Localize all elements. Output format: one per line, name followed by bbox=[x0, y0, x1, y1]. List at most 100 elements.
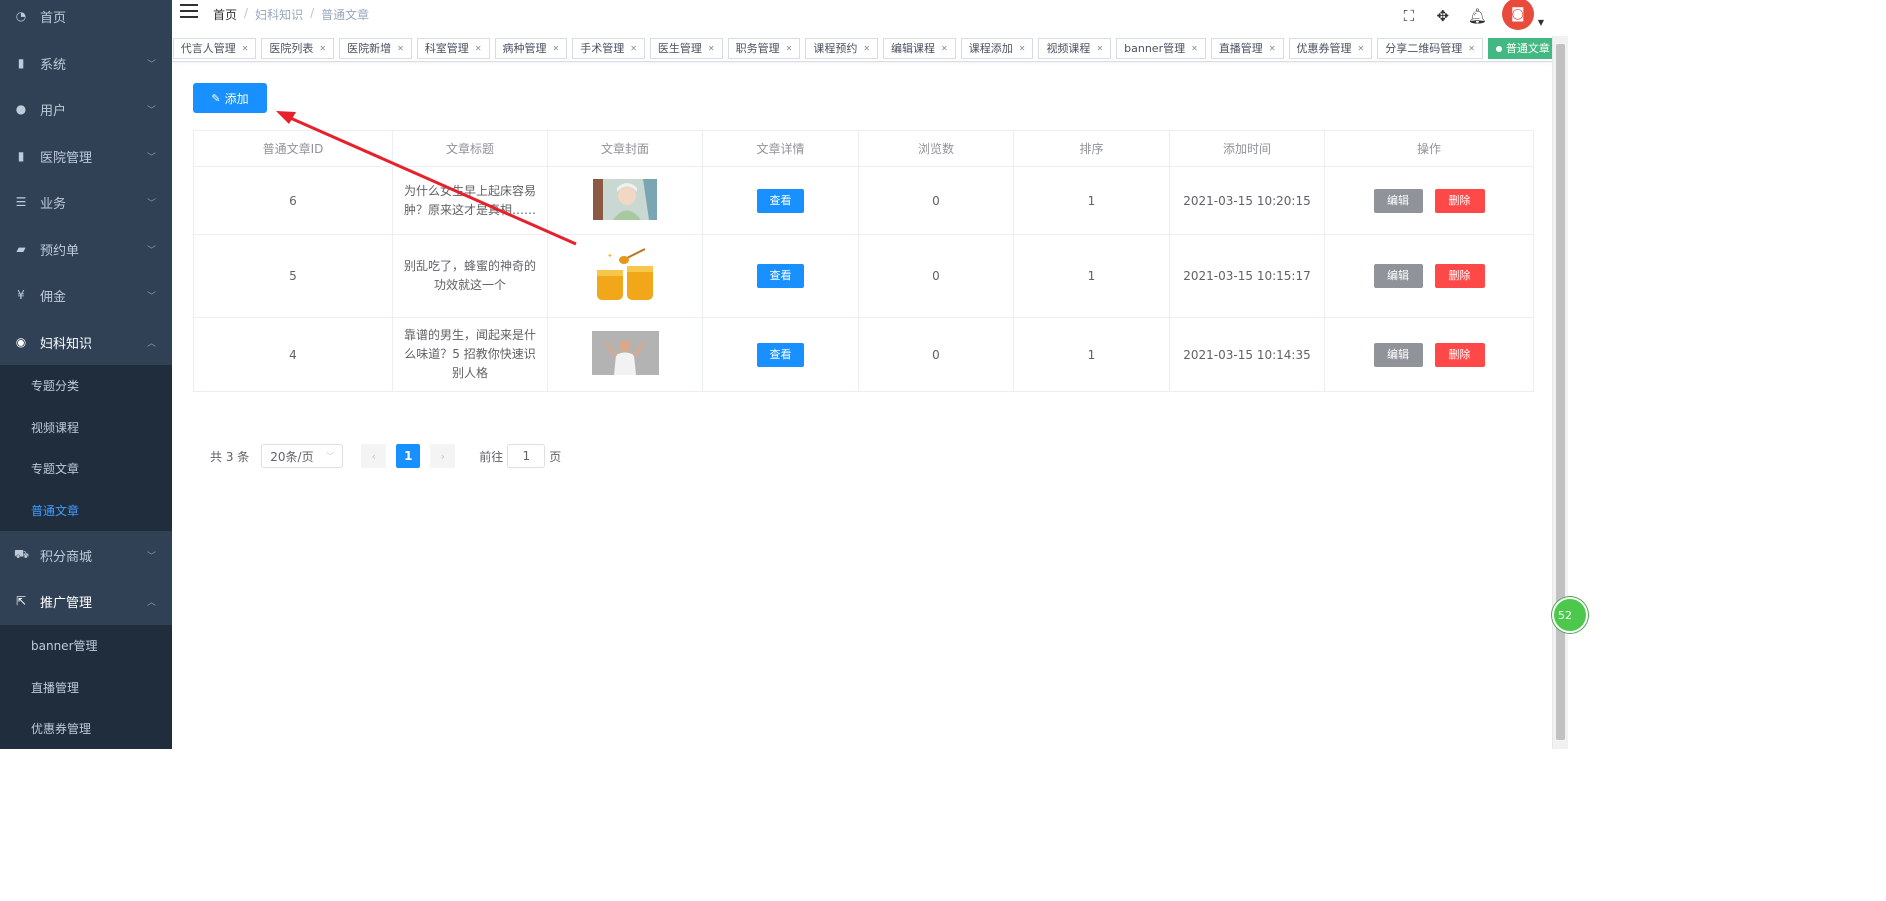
cover-image-man[interactable] bbox=[591, 331, 659, 375]
promotion-submenu: banner管理 直播管理 优惠券管理 bbox=[0, 625, 172, 749]
cover-image-woman[interactable] bbox=[593, 178, 657, 220]
pagination-total: 共 3 条 bbox=[210, 449, 250, 464]
add-button[interactable]: ✎ 添加 bbox=[193, 83, 267, 113]
sidebar-subitem-banner[interactable]: banner管理 bbox=[0, 625, 172, 667]
view-button[interactable]: 查看 bbox=[757, 264, 804, 288]
prev-page-button[interactable]: ‹ bbox=[361, 444, 387, 468]
tag-live[interactable]: 直播管理 ✕ bbox=[1210, 38, 1284, 59]
edit-pen-icon: ✎ bbox=[211, 91, 221, 105]
scrollbar-thumb[interactable] bbox=[1556, 44, 1565, 740]
tag-spokesperson[interactable]: 代言人管理 ✕ bbox=[172, 38, 257, 59]
table-row: 6 为什么女生早上起床容易肿？原来这才是真相…… 查看 0 1 2021-03-… bbox=[193, 166, 1534, 235]
sidebar-item-promotion[interactable]: ⇱ 推广管理 ︿ bbox=[0, 578, 172, 624]
close-icon[interactable]: ✕ bbox=[1468, 39, 1475, 58]
chevron-down-icon: ﹀ bbox=[326, 451, 335, 461]
sidebar-subitem-topic-category[interactable]: 专题分类 bbox=[0, 365, 172, 407]
sidebar-item-appointment[interactable]: ▰ 预约单 ﹀ bbox=[0, 226, 172, 272]
close-icon[interactable]: ✕ bbox=[242, 39, 249, 58]
bell-icon[interactable]: 🔔︎ bbox=[1468, 7, 1487, 25]
close-icon[interactable]: ✕ bbox=[1019, 39, 1026, 58]
tag-video-course[interactable]: 视频课程 ✕ bbox=[1038, 38, 1112, 59]
tag-hospital-add[interactable]: 医院新增 ✕ bbox=[339, 38, 412, 59]
tag-disease[interactable]: 病种管理 ✕ bbox=[494, 38, 568, 59]
edit-button[interactable]: 编辑 bbox=[1373, 188, 1423, 213]
tag-surgery[interactable]: 手术管理 ✕ bbox=[572, 38, 645, 59]
cart-icon: ⛟ bbox=[14, 547, 30, 561]
close-icon[interactable]: ✕ bbox=[475, 39, 482, 58]
sidebar-item-user[interactable]: ● 用户 ﹀ bbox=[0, 86, 172, 132]
close-icon[interactable]: ✕ bbox=[708, 39, 715, 58]
hamburger-icon[interactable] bbox=[180, 4, 198, 20]
edit-button[interactable]: 编辑 bbox=[1373, 342, 1423, 367]
move-icon[interactable]: ✥ bbox=[1434, 7, 1452, 25]
tag-position[interactable]: 职务管理 ✕ bbox=[727, 38, 801, 59]
sidebar-subitem-normal-article[interactable]: 普通文章 bbox=[0, 490, 172, 532]
breadcrumb-current: 普通文章 bbox=[321, 8, 370, 22]
view-button[interactable]: 查看 bbox=[757, 342, 804, 367]
caret-down-icon[interactable]: ▼ bbox=[1538, 18, 1544, 27]
tag-hospital-list[interactable]: 医院列表 ✕ bbox=[261, 38, 335, 59]
edit-button[interactable]: 编辑 bbox=[1373, 264, 1423, 288]
header-cover: 文章封面 bbox=[547, 130, 703, 167]
tag-course-booking[interactable]: 课程预约 ✕ bbox=[805, 38, 879, 59]
close-icon[interactable]: ✕ bbox=[1358, 39, 1365, 58]
sidebar-subitem-topic-article[interactable]: 专题文章 bbox=[0, 448, 172, 490]
sidebar-item-system[interactable]: ▮ 系统 ﹀ bbox=[0, 40, 172, 86]
goto-page-input[interactable]: 1 bbox=[507, 444, 546, 468]
sidebar-item-gynecology[interactable]: ◉ 妇科知识 ︿ bbox=[0, 319, 172, 365]
sidebar-item-business[interactable]: ☰ 业务 ﹀ bbox=[0, 179, 172, 225]
tag-coupon[interactable]: 优惠券管理 ✕ bbox=[1288, 38, 1373, 59]
chevron-left-icon: ‹ bbox=[371, 449, 376, 463]
sidebar-item-points-mall[interactable]: ⛟ 积分商城 ﹀ bbox=[0, 532, 172, 578]
svg-text:✦: ✦ bbox=[607, 252, 613, 260]
float-badge[interactable]: 52 bbox=[1552, 597, 1588, 633]
chevron-down-icon: ﹀ bbox=[146, 105, 156, 116]
close-icon[interactable]: ✕ bbox=[1269, 39, 1276, 58]
close-icon[interactable]: ✕ bbox=[863, 39, 870, 58]
scrollbar[interactable] bbox=[1552, 36, 1568, 749]
delete-button[interactable]: 删除 bbox=[1434, 264, 1485, 288]
close-icon[interactable]: ✕ bbox=[786, 39, 793, 58]
sidebar-subitem-coupon[interactable]: 优惠券管理 bbox=[0, 708, 172, 749]
view-button[interactable]: 查看 bbox=[757, 188, 804, 213]
table-row: 5 别乱吃了，蜂蜜的神奇的功效就这一个 ✦ 查看 0 1 2021-03-15 … bbox=[193, 234, 1534, 318]
tag-course-add[interactable]: 课程添加 ✕ bbox=[960, 38, 1034, 59]
close-icon[interactable]: ✕ bbox=[630, 39, 637, 58]
table-header: 普通文章ID 文章标题 文章封面 文章详情 浏览数 排序 添加时间 操作 bbox=[193, 130, 1534, 167]
cover-image-honey[interactable]: ✦ bbox=[593, 245, 657, 304]
header-views: 浏览数 bbox=[858, 130, 1014, 167]
navbar: 首页 / 妇科知识 / 普通文章 ⛶ ✥ 🔔︎ ◙ ▼ bbox=[172, 0, 1568, 32]
sidebar-item-commission[interactable]: ¥ 佣金 ﹀ bbox=[0, 272, 172, 318]
close-icon[interactable]: ✕ bbox=[553, 39, 560, 58]
tag-course-edit[interactable]: 编辑课程 ✕ bbox=[883, 38, 956, 59]
sidebar-item-hospital[interactable]: ▮ 医院管理 ﹀ bbox=[0, 133, 172, 179]
fullscreen-icon[interactable]: ⛶ bbox=[1400, 7, 1418, 25]
breadcrumb-home[interactable]: 首页 bbox=[213, 6, 237, 23]
tag-share-qrcode[interactable]: 分享二维码管理 ✕ bbox=[1377, 38, 1483, 59]
sidebar-subitem-video-course[interactable]: 视频课程 bbox=[0, 407, 172, 449]
chevron-up-icon: ︿ bbox=[146, 597, 156, 608]
page-number-current[interactable]: 1 bbox=[396, 444, 421, 468]
delete-button[interactable]: 删除 bbox=[1434, 188, 1485, 213]
sidebar-subitem-live[interactable]: 直播管理 bbox=[0, 667, 172, 709]
tag-department[interactable]: 科室管理 ✕ bbox=[416, 38, 490, 59]
tag-doctor[interactable]: 医生管理 ✕ bbox=[649, 38, 723, 59]
external-link-icon: ⇱ bbox=[15, 594, 27, 608]
camera-icon: ◙ bbox=[1511, 6, 1525, 22]
avatar[interactable]: ◙ bbox=[1501, 0, 1534, 30]
delete-button[interactable]: 删除 bbox=[1434, 342, 1485, 367]
close-icon[interactable]: ✕ bbox=[941, 39, 948, 58]
close-icon[interactable]: ✕ bbox=[1096, 39, 1103, 58]
chevron-right-icon: › bbox=[440, 449, 445, 463]
close-icon[interactable]: ✕ bbox=[319, 39, 326, 58]
user-icon: ● bbox=[15, 102, 27, 116]
bar-chart-icon: ▮ bbox=[17, 56, 25, 70]
close-icon[interactable]: ✕ bbox=[1191, 39, 1198, 58]
next-page-button[interactable]: › bbox=[430, 444, 456, 468]
close-icon[interactable]: ✕ bbox=[397, 39, 404, 58]
sidebar-item-home[interactable]: ◔ 首页 bbox=[0, 0, 172, 39]
tag-banner[interactable]: banner管理 ✕ bbox=[1116, 38, 1206, 59]
page-size-select[interactable]: 20条/页 ﹀ bbox=[261, 444, 344, 468]
header-title: 文章标题 bbox=[392, 130, 548, 167]
tag-normal-article[interactable]: 普通文章✕ bbox=[1487, 38, 1552, 59]
